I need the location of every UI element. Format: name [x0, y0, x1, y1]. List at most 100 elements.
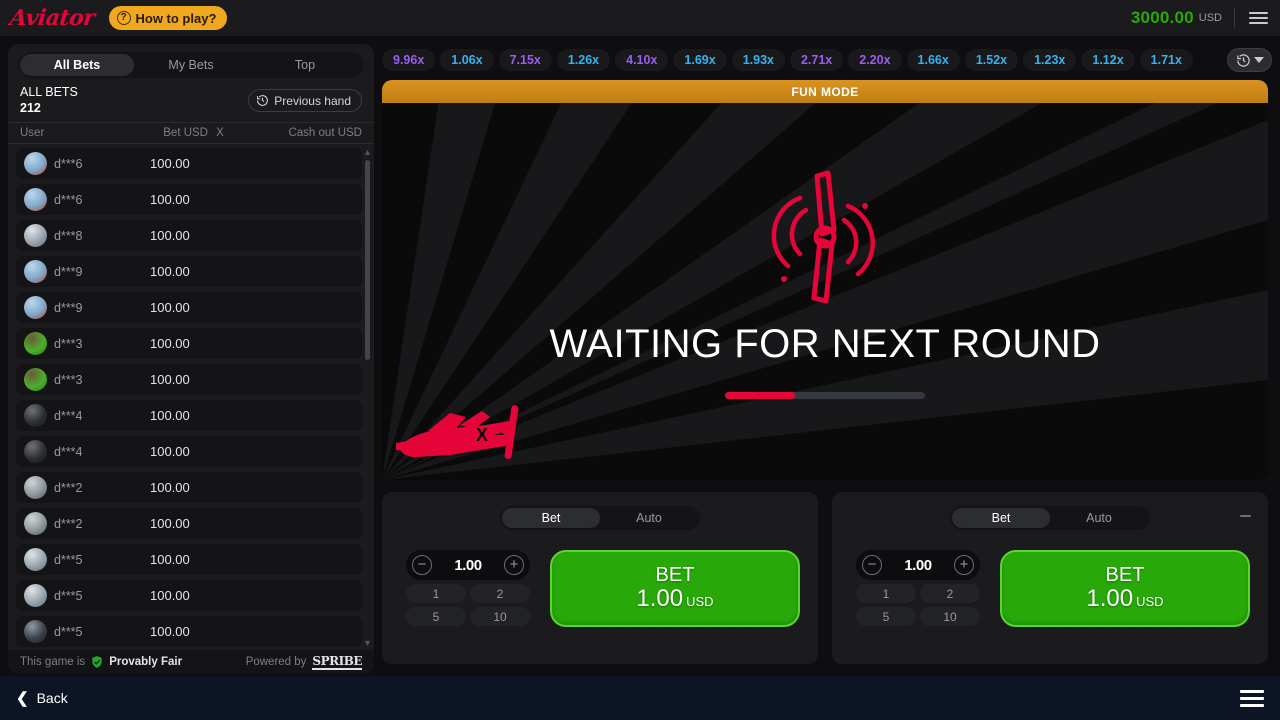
bets-scrollbar[interactable]: ▲ ▼ — [363, 148, 372, 648]
bet-amount: 100.00 — [150, 264, 190, 279]
table-row[interactable]: d***5 100.00 — [16, 544, 362, 575]
table-row[interactable]: d***4 100.00 — [16, 400, 362, 431]
powered-by-label: Powered by — [245, 656, 307, 668]
bet-panel-2-stake-value[interactable]: 1.00 — [904, 557, 932, 574]
bet-amount: 100.00 — [150, 408, 190, 423]
table-row[interactable]: d***3 100.00 — [16, 328, 362, 359]
bottom-bar: ❮ Back — [0, 676, 1280, 720]
powered-by-area: Powered by SPRIBE — [246, 655, 362, 670]
previous-hand-button[interactable]: Previous hand — [248, 89, 362, 112]
round-progress-bar — [725, 391, 925, 399]
table-row[interactable]: d***8 100.00 — [16, 220, 362, 251]
jet-avatar — [24, 512, 47, 535]
scroll-down-arrow[interactable]: ▼ — [363, 639, 372, 648]
divider — [1234, 8, 1235, 28]
multiplier-chip[interactable]: 9.96x — [382, 49, 436, 71]
bet-panel-2-decrease-button[interactable]: − — [862, 555, 882, 575]
bet-panel-2-quick-5[interactable]: 5 — [856, 607, 916, 626]
bet-panel-1-quick-10[interactable]: 10 — [470, 607, 530, 626]
column-cashout: Cash out USD — [288, 127, 362, 139]
bet-panel-1-quick-5[interactable]: 5 — [406, 607, 466, 626]
table-row[interactable]: d***5 100.00 — [16, 616, 362, 647]
bet-panel-2-bet-amount: 1.00 USD — [1086, 584, 1163, 612]
scroll-up-arrow[interactable]: ▲ — [363, 148, 372, 157]
table-row[interactable]: d***9 100.00 — [16, 292, 362, 323]
multiplier-chip[interactable]: 1.06x — [440, 49, 494, 71]
multiplier-chip[interactable]: 1.23x — [1023, 49, 1077, 71]
bet-user-name: d***5 — [54, 588, 83, 603]
all-bets-summary: ALL BETS 212 — [20, 85, 78, 116]
bet-amount: 100.00 — [150, 552, 190, 567]
bet-user-name: d***4 — [54, 444, 83, 459]
multiplier-chip[interactable]: 2.71x — [789, 49, 844, 71]
bet-panel-2-bet-button[interactable]: BET 1.00 USD — [1000, 550, 1250, 627]
bet-panel-1-bet-button[interactable]: BET 1.00 USD — [550, 550, 800, 627]
multiplier-chip[interactable]: 4.10x — [615, 49, 669, 71]
bets-list[interactable]: d***6 100.00 d***6 100.00 d***8 100.00 d***9 10… — [8, 144, 374, 650]
table-row[interactable]: d***9 100.00 — [16, 256, 362, 287]
bet-panel-2-tab-bet[interactable]: Bet — [952, 508, 1050, 528]
bet-panel-2-tabs: Bet Auto — [950, 506, 1150, 530]
bottom-hamburger-menu-icon[interactable] — [1240, 689, 1264, 707]
this-game-is-label: This game is — [20, 656, 86, 668]
hamburger-menu-icon[interactable] — [1247, 10, 1270, 26]
bet-panel-2-minimize-button[interactable] — [1234, 505, 1256, 527]
tab-top[interactable]: Top — [248, 54, 362, 76]
multiplier-chip[interactable]: 1.26x — [556, 49, 611, 71]
bet-panel-1-bet-amount-value: 1.00 — [636, 584, 684, 612]
multiplier-chip[interactable]: 2.20x — [848, 49, 902, 71]
plane-avatar — [24, 296, 47, 319]
minimize-icon — [1239, 515, 1251, 517]
bet-user-name: d***8 — [54, 228, 83, 243]
tab-all-bets[interactable]: All Bets — [20, 54, 134, 76]
tab-my-bets[interactable]: My Bets — [134, 54, 248, 76]
bet-panel-2-quick-1[interactable]: 1 — [856, 584, 916, 603]
bet-panel-2-bet-amount-value: 1.00 — [1086, 584, 1134, 612]
bet-panel-1-stepper: − 1.00 + — [406, 550, 530, 580]
scrollbar-thumb[interactable] — [365, 160, 370, 360]
multiplier-chip[interactable]: 1.12x — [1081, 49, 1135, 71]
bet-panel-1-body: − 1.00 + 1 2 5 10 BET 1.00 USD — [382, 530, 818, 627]
bet-panel-1-decrease-button[interactable]: − — [412, 555, 432, 575]
bet-panel-1-tab-bet[interactable]: Bet — [502, 508, 600, 528]
top-bar: Aviator ? How to play? 3000.00 USD — [0, 0, 1280, 36]
bet-panel-1-increase-button[interactable]: + — [503, 555, 524, 575]
table-row[interactable]: d***2 100.00 — [16, 472, 362, 503]
multiplier-chip[interactable]: 7.15x — [498, 49, 552, 71]
multiplier-chip[interactable]: 1.69x — [673, 49, 727, 71]
history-toggle-button[interactable] — [1227, 48, 1272, 72]
multiplier-chip[interactable]: 1.66x — [906, 49, 960, 71]
bet-panel-1-stake-value[interactable]: 1.00 — [454, 557, 482, 574]
bet-panel-2-quick-10[interactable]: 10 — [920, 607, 980, 626]
bet-panel-2-increase-button[interactable]: + — [953, 555, 974, 575]
clover-avatar — [24, 332, 47, 355]
multiplier-chip[interactable]: 1.52x — [964, 49, 1019, 71]
bet-panel-1-quick-amounts: 1 2 5 10 — [406, 584, 530, 626]
table-row[interactable]: d***6 100.00 — [16, 184, 362, 215]
table-row[interactable]: d***2 100.00 — [16, 508, 362, 539]
table-row[interactable]: d***4 100.00 — [16, 436, 362, 467]
bet-panel-2-body: − 1.00 + 1 2 5 10 BET 1.00 USD — [832, 530, 1268, 627]
bet-panel-2-tab-auto[interactable]: Auto — [1050, 508, 1148, 528]
plane-avatar — [24, 152, 47, 175]
multiplier-chip[interactable]: 1.93x — [731, 49, 785, 71]
how-to-play-button[interactable]: ? How to play? — [108, 6, 228, 30]
multiplier-chip[interactable]: 1.71x — [1139, 49, 1193, 71]
provably-fair-label[interactable]: Provably Fair — [109, 656, 182, 668]
bet-amount: 100.00 — [150, 228, 190, 243]
bet-panel-2: Bet Auto − 1.00 + 1 2 5 10 BET 1.00 USD — [832, 492, 1268, 664]
bet-panel-1-quick-2[interactable]: 2 — [470, 584, 530, 603]
bet-panel-1-quick-1[interactable]: 1 — [406, 584, 466, 603]
chevron-left-icon: ❮ — [16, 690, 29, 707]
bet-panel-1-tab-auto[interactable]: Auto — [600, 508, 698, 528]
bet-panel-2-stepper: − 1.00 + — [856, 550, 980, 580]
back-button[interactable]: ❮ Back — [16, 689, 68, 707]
bet-panel-2-quick-2[interactable]: 2 — [920, 584, 980, 603]
money-avatar — [24, 584, 47, 607]
bet-panel-1: Bet Auto − 1.00 + 1 2 5 10 BET 1.00 USD — [382, 492, 818, 664]
bet-amount: 100.00 — [150, 192, 190, 207]
table-row[interactable]: d***3 100.00 — [16, 364, 362, 395]
table-row[interactable]: d***6 100.00 — [16, 148, 362, 179]
bet-user-name: d***6 — [54, 156, 83, 171]
table-row[interactable]: d***5 100.00 — [16, 580, 362, 611]
